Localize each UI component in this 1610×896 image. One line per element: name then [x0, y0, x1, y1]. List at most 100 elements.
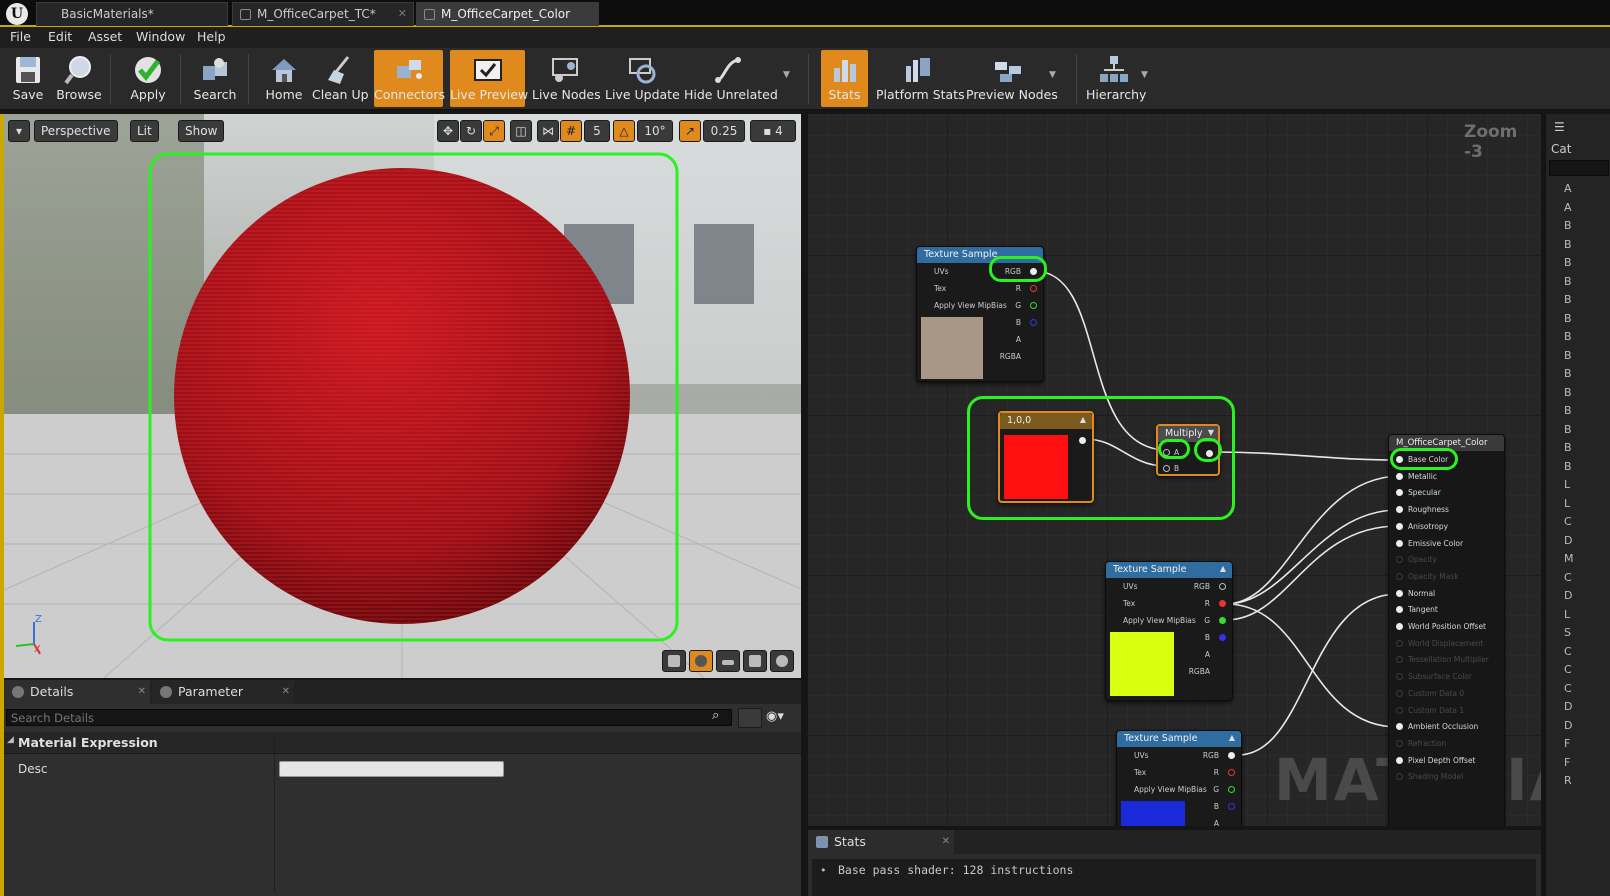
pin-g-dot[interactable]	[1219, 617, 1226, 624]
result-pin-label[interactable]: Tessellation Multiplier	[1408, 655, 1489, 664]
search-button[interactable]: Search	[188, 50, 242, 107]
result-pin-label[interactable]: Normal	[1408, 589, 1435, 598]
viewport-options-button[interactable]: ▾	[8, 120, 30, 142]
preview-sphere-icon[interactable]	[689, 650, 713, 672]
pin-rgb-dot[interactable]	[1228, 752, 1235, 759]
result-pin-dot[interactable]	[1396, 773, 1403, 781]
palette-list-icon[interactable]: ☰	[1554, 120, 1565, 134]
collapse-arrow-icon[interactable]: ▲	[1229, 733, 1235, 742]
result-pin-label[interactable]: Anisotropy	[1408, 522, 1448, 531]
browse-button[interactable]: Browse	[54, 50, 104, 107]
pin-b-dot[interactable]	[1030, 319, 1037, 326]
preview-cylinder-icon[interactable]	[662, 650, 686, 672]
pin-g[interactable]: G	[1204, 616, 1210, 625]
close-icon[interactable]: ✕	[138, 680, 146, 704]
palette-item[interactable]: C	[1564, 645, 1572, 658]
preview-viewport[interactable]: Z X ▾ Perspective Lit Show ✥ ↻ ⤢ ◫ ⋈ # 5…	[4, 114, 801, 678]
result-pin-label[interactable]: Custom Data 0	[1408, 689, 1464, 698]
menu-help[interactable]: Help	[197, 29, 226, 44]
result-pin-label[interactable]: World Position Offset	[1408, 622, 1486, 631]
scale-snap-icon[interactable]: ↗	[679, 120, 701, 142]
result-pin-label[interactable]: Subsurface Color	[1408, 672, 1472, 681]
clean-up-button[interactable]: Clean Up	[312, 50, 369, 107]
pin-g-dot[interactable]	[1228, 786, 1235, 793]
menu-window[interactable]: Window	[136, 29, 185, 44]
surface-snap-icon[interactable]: ⋈	[537, 120, 559, 142]
pin-rgba[interactable]: RGBA	[1000, 352, 1021, 361]
result-pin-dot[interactable]	[1396, 756, 1403, 764]
translate-tool-icon[interactable]: ✥	[437, 120, 459, 142]
result-pin-label[interactable]: Specular	[1408, 488, 1441, 497]
pin-rgb[interactable]: RGB	[1194, 582, 1210, 591]
texture-sample-node-3[interactable]: Texture Sample ▲ UVs Tex Apply View MipB…	[1116, 730, 1242, 826]
show-button[interactable]: Show	[178, 120, 225, 142]
result-pin-label[interactable]: Opacity Mask	[1408, 572, 1459, 581]
pin-apply-view-mipbias[interactable]: Apply View MipBias	[1123, 616, 1196, 625]
palette-item[interactable]: B	[1564, 256, 1572, 269]
camera-speed-button[interactable]: ▪ 4	[750, 120, 796, 142]
pin-uvs[interactable]: UVs	[1123, 582, 1138, 591]
pin-tex[interactable]: Tex	[934, 284, 946, 293]
material-graph[interactable]: Zoom -3 MATERIAL Texture Sample UVs Tex …	[808, 114, 1541, 826]
grid-snap-icon[interactable]: #	[560, 120, 582, 142]
tab-parameter-defaults[interactable]: Parameter Defaults ✕	[152, 680, 294, 723]
rotate-tool-icon[interactable]: ↻	[460, 120, 482, 142]
lit-button[interactable]: Lit	[130, 120, 159, 142]
scale-snap-value[interactable]: 0.25	[703, 120, 745, 142]
pin-g-dot[interactable]	[1030, 302, 1037, 309]
close-icon[interactable]: ✕	[398, 3, 407, 25]
search-icon[interactable]: ⌕	[712, 708, 719, 723]
pin-a[interactable]: A	[1214, 819, 1219, 826]
live-preview-button[interactable]: Live Preview	[450, 50, 528, 107]
grid-snap-value[interactable]: 5	[584, 120, 610, 142]
palette-item[interactable]: A	[1564, 201, 1572, 214]
pin-a[interactable]: A	[1016, 335, 1021, 344]
palette-item[interactable]: C	[1564, 682, 1572, 695]
home-button[interactable]: Home	[258, 50, 310, 107]
pin-g[interactable]: G	[1015, 301, 1021, 310]
palette-item[interactable]: L	[1564, 608, 1570, 621]
result-pin-label[interactable]: Roughness	[1408, 505, 1449, 514]
view-options-list-icon[interactable]	[738, 708, 762, 728]
pin-r[interactable]: R	[1016, 284, 1021, 293]
chevron-down-icon[interactable]: ▼	[1141, 70, 1148, 80]
result-pin-dot[interactable]	[1396, 706, 1403, 714]
palette-item[interactable]: L	[1564, 497, 1570, 510]
preview-mesh-icon[interactable]	[770, 650, 794, 672]
palette-search-input[interactable]	[1549, 160, 1609, 176]
close-icon[interactable]: ✕	[942, 830, 950, 854]
result-pin-dot[interactable]	[1396, 689, 1403, 697]
palette-item[interactable]: B	[1564, 460, 1572, 473]
result-pin-dot[interactable]	[1396, 723, 1403, 731]
pin-r-dot[interactable]	[1030, 285, 1037, 292]
palette-item[interactable]: B	[1564, 349, 1572, 362]
result-pin-dot[interactable]	[1396, 589, 1403, 597]
palette-item[interactable]: B	[1564, 312, 1572, 325]
material-result-node[interactable]: M_OfficeCarpet_Color Base Color Metallic S…	[1388, 434, 1505, 826]
palette-item[interactable]: F	[1564, 737, 1570, 750]
rotation-snap-icon[interactable]: △	[613, 120, 635, 142]
palette-item[interactable]: B	[1564, 367, 1572, 380]
tab-basicmaterials[interactable]: BasicMaterials*	[36, 2, 228, 26]
palette-item[interactable]: D	[1564, 719, 1572, 732]
save-button[interactable]: Save	[4, 50, 52, 107]
eye-icon[interactable]: ◉▾	[766, 709, 784, 724]
pin-a[interactable]: A	[1205, 650, 1210, 659]
pin-r[interactable]: R	[1205, 599, 1210, 608]
result-pin-label[interactable]: Custom Data 1	[1408, 706, 1464, 715]
pin-tex[interactable]: Tex	[1134, 768, 1146, 777]
chevron-down-icon[interactable]: ▼	[783, 70, 790, 80]
pin-apply-view-mipbias[interactable]: Apply View MipBias	[934, 301, 1007, 310]
result-pin-dot[interactable]	[1396, 739, 1403, 747]
result-pin-dot[interactable]	[1396, 623, 1403, 630]
result-pin-dot[interactable]	[1396, 673, 1403, 681]
pin-g[interactable]: G	[1213, 785, 1219, 794]
result-pin-label[interactable]: Metallic	[1408, 472, 1437, 481]
palette-item[interactable]: B	[1564, 441, 1572, 454]
result-pin-label[interactable]: Pixel Depth Offset	[1408, 756, 1476, 765]
palette-item[interactable]: R	[1564, 774, 1572, 787]
scale-tool-icon[interactable]: ⤢	[483, 120, 505, 142]
preview-plane-icon[interactable]	[716, 650, 740, 672]
pin-rgb[interactable]: RGB	[1203, 751, 1219, 760]
pin-b[interactable]: B	[1016, 318, 1021, 327]
